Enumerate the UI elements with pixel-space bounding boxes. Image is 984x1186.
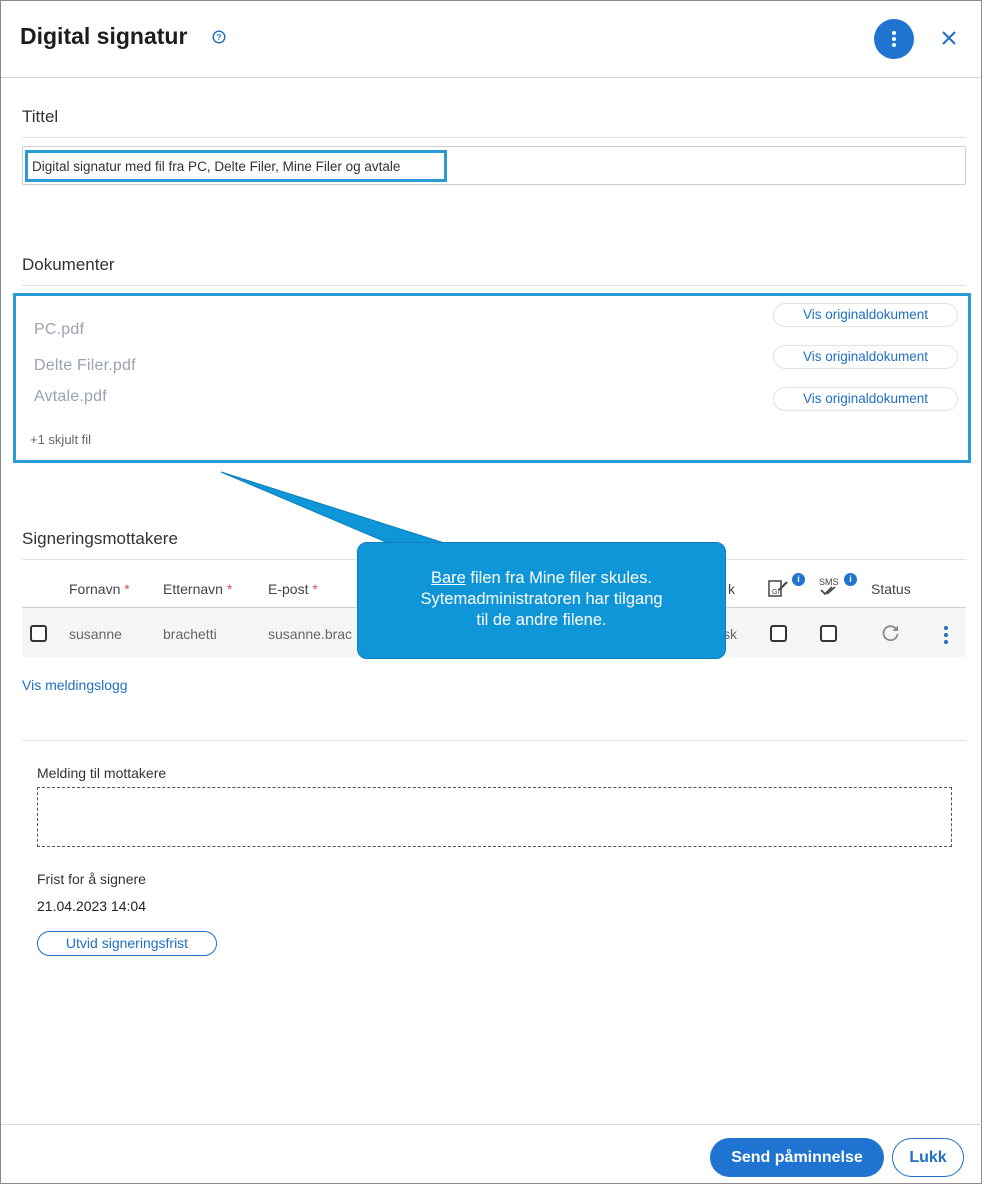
recipients-section-label: Signeringsmottakere bbox=[22, 529, 178, 548]
callout-line-1: Bare filen fra Mine filer skules. bbox=[430, 569, 652, 587]
title-section-label: Tittel bbox=[22, 107, 59, 126]
divider bbox=[22, 285, 966, 286]
sign-option-checkbox[interactable] bbox=[770, 625, 787, 642]
message-textarea[interactable] bbox=[37, 787, 952, 847]
divider bbox=[22, 740, 966, 741]
question-circle-icon[interactable]: ? bbox=[212, 30, 226, 44]
svg-text:Gl: Gl bbox=[772, 589, 779, 596]
deadline-value: 21.04.2023 14:04 bbox=[37, 898, 146, 914]
hidden-files-count[interactable]: +1 skjult fil bbox=[30, 432, 91, 447]
recipient-last-name: brachetti bbox=[163, 626, 217, 642]
sign-document-icon: Gl bbox=[768, 580, 788, 597]
row-select-checkbox[interactable] bbox=[30, 625, 47, 642]
sms-option-checkbox[interactable] bbox=[820, 625, 837, 642]
dialog-header: Digital signatur ? bbox=[1, 1, 981, 78]
column-header-partial: k bbox=[728, 581, 735, 597]
column-header-first-name[interactable]: Fornavn * bbox=[69, 581, 130, 597]
callout-line-2: Sytemadministratoren har tilgang bbox=[420, 590, 663, 608]
view-original-button-agreement[interactable]: Vis originaldokument bbox=[773, 387, 958, 411]
title-input-value[interactable]: Digital signatur med fil fra PC, Delte F… bbox=[25, 150, 447, 182]
message-log-link[interactable]: Vis meldingslogg bbox=[22, 677, 128, 693]
deadline-label: Frist for å signere bbox=[37, 871, 146, 887]
refresh-icon[interactable] bbox=[881, 623, 901, 643]
svg-text:SMS: SMS bbox=[819, 577, 839, 587]
info-icon[interactable]: i bbox=[792, 573, 805, 586]
sms-check-icon: SMS bbox=[819, 577, 839, 596]
document-name-agreement: Avtale.pdf bbox=[34, 388, 107, 405]
document-name-shared: Delte Filer.pdf bbox=[34, 357, 136, 374]
send-reminder-button[interactable]: Send påminnelse bbox=[710, 1138, 884, 1177]
kebab-vertical-icon bbox=[892, 31, 896, 47]
svg-text:?: ? bbox=[217, 33, 222, 42]
callout-annotation: Bare filen fra Mine filer skules. Sytema… bbox=[357, 542, 726, 659]
view-original-button-pc[interactable]: Vis originaldokument bbox=[773, 303, 958, 327]
view-original-button-shared[interactable]: Vis originaldokument bbox=[773, 345, 958, 369]
message-label: Melding til mottakere bbox=[37, 765, 167, 781]
row-more-options-icon[interactable] bbox=[939, 624, 953, 646]
column-header-email[interactable]: E-post * bbox=[268, 581, 318, 597]
close-x-icon[interactable] bbox=[938, 27, 960, 49]
extend-deadline-button[interactable]: Utvid signeringsfrist bbox=[37, 931, 217, 956]
column-header-last-name[interactable]: Etternavn * bbox=[163, 581, 232, 597]
recipient-email: susanne.brac bbox=[268, 626, 353, 642]
more-options-button[interactable] bbox=[874, 19, 914, 59]
document-name-pc: PC.pdf bbox=[34, 321, 85, 338]
footer-divider bbox=[1, 1124, 983, 1125]
callout-line-3: til de andre filene. bbox=[476, 611, 607, 629]
documents-section-label: Dokumenter bbox=[22, 255, 115, 274]
dialog-title: Digital signatur bbox=[20, 23, 188, 49]
recipient-first-name: susanne bbox=[69, 626, 122, 642]
divider bbox=[22, 137, 966, 138]
close-button[interactable]: Lukk bbox=[892, 1138, 964, 1177]
column-header-status: Status bbox=[871, 581, 911, 597]
info-icon[interactable]: i bbox=[844, 573, 857, 586]
